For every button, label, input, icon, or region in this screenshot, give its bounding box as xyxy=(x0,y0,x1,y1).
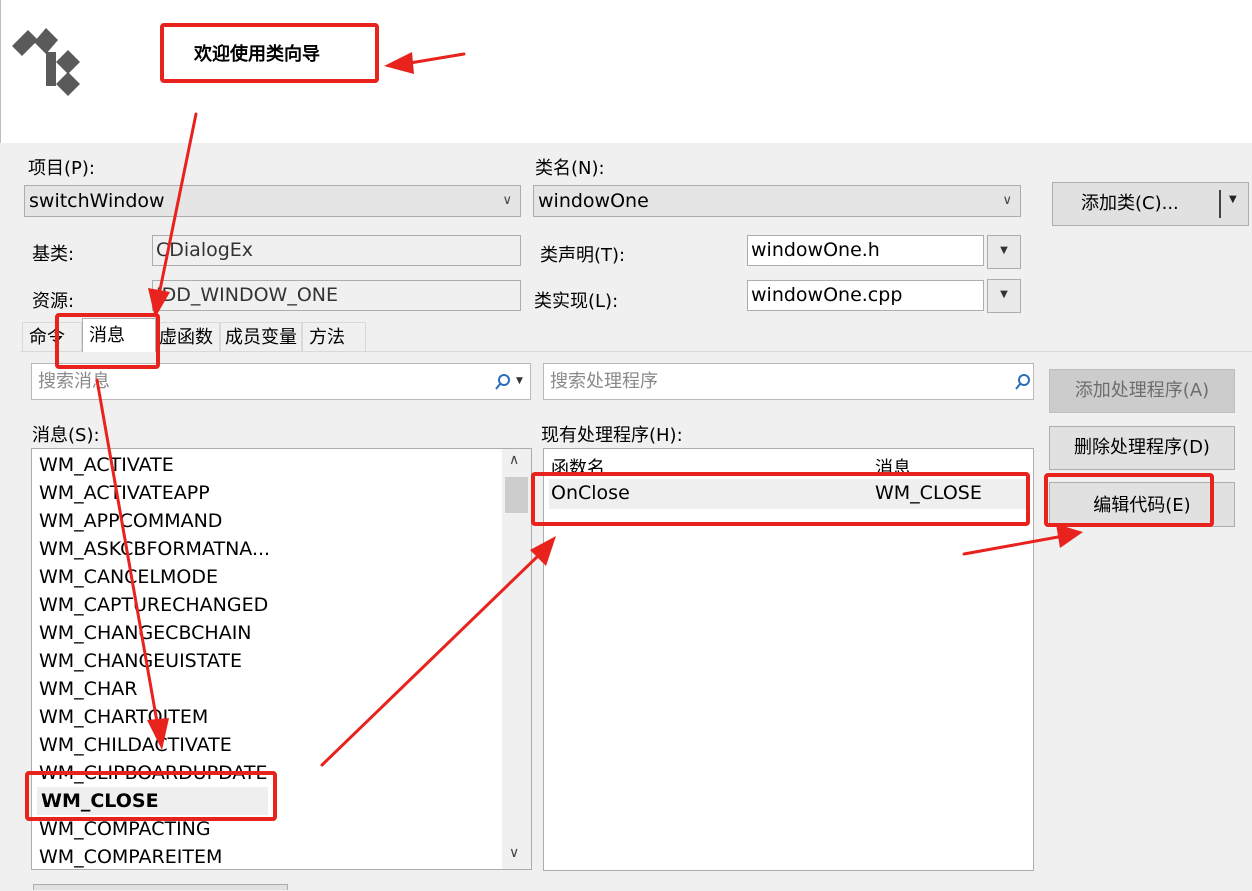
handler-message-name: WM_CLOSE xyxy=(875,482,982,504)
message-list-item[interactable]: WM_CHANGECBCHAIN xyxy=(39,619,252,647)
message-list-item[interactable]: WM_ACTIVATE xyxy=(39,451,174,479)
handler-search-placeholder: 搜索处理程序 xyxy=(550,371,658,392)
resource-field: IDD_WINDOW_ONE xyxy=(152,280,521,311)
tab-virtual-functions[interactable]: 虚函数 xyxy=(156,322,220,351)
base-class-field: CDialogEx xyxy=(152,235,521,266)
column-header-function[interactable]: 函数名 xyxy=(551,454,605,480)
message-list-item[interactable]: WM_CLIPBOARDUPDATE xyxy=(39,759,268,787)
search-icon[interactable] xyxy=(494,373,512,391)
message-list-item[interactable]: WM_COMPAREITEM xyxy=(39,843,222,869)
wizard-banner xyxy=(0,0,1252,143)
tab-commands[interactable]: 命令 xyxy=(22,322,82,351)
project-value: switchWindow xyxy=(29,190,165,212)
message-list-item[interactable]: WM_CANCELMODE xyxy=(39,563,218,591)
message-search-input[interactable]: 搜索消息 ▼ xyxy=(31,363,531,400)
tab-member-variables[interactable]: 成员变量 xyxy=(220,322,302,351)
message-list-item[interactable]: WM_ASKCBFORMATNA... xyxy=(39,535,270,563)
edit-code-button[interactable]: 编辑代码(E) xyxy=(1049,482,1235,527)
class-name-label: 类名(N): xyxy=(535,158,605,179)
message-search-placeholder: 搜索消息 xyxy=(38,371,110,392)
wizard-title: 欢迎使用类向导 xyxy=(194,44,320,65)
message-list-item[interactable]: WM_CHILDACTIVATE xyxy=(39,731,232,759)
handler-function-name: OnClose xyxy=(551,482,630,504)
scroll-down-icon[interactable]: ∨ xyxy=(509,845,519,861)
column-header-message[interactable]: 消息 xyxy=(875,454,911,480)
message-list-item[interactable]: WM_CHANGEUISTATE xyxy=(39,647,242,675)
chevron-down-icon: ∨ xyxy=(502,193,512,208)
handler-row[interactable]: OnClose WM_CLOSE xyxy=(549,479,1027,509)
scrollbar-thumb[interactable] xyxy=(505,477,528,513)
search-options-icon[interactable]: ▼ xyxy=(516,364,523,399)
message-list-item[interactable]: WM_CHAR xyxy=(39,675,137,703)
add-class-label: 添加类(C)... xyxy=(1081,193,1179,214)
class-impl-label: 类实现(L): xyxy=(534,291,619,312)
message-list-item[interactable]: WM_CAPTURECHANGED xyxy=(39,591,268,619)
resource-label: 资源: xyxy=(32,291,75,312)
search-icon[interactable] xyxy=(1014,373,1032,391)
class-name-value: windowOne xyxy=(538,190,649,212)
class-decl-field[interactable]: windowOne.h xyxy=(747,235,984,266)
message-list-item[interactable]: WM_ACTIVATEAPP xyxy=(39,479,210,507)
handlers-list[interactable]: 函数名 消息 OnClose WM_CLOSE xyxy=(543,448,1034,871)
messages-list[interactable]: WM_ACTIVATE WM_ACTIVATEAPP WM_APPCOMMAND WM… xyxy=(31,448,532,870)
tab-messages[interactable]: 消息 xyxy=(82,318,156,352)
class-impl-dropdown[interactable]: ▼ xyxy=(987,279,1021,313)
class-impl-field[interactable]: windowOne.cpp xyxy=(747,280,984,311)
class-decl-label: 类声明(T): xyxy=(540,245,626,266)
message-list-item[interactable]: WM_CHARTOITEM xyxy=(39,703,208,731)
class-name-combo[interactable]: windowOne ∨ xyxy=(533,185,1021,217)
message-list-item[interactable]: WM_APPCOMMAND xyxy=(39,507,222,535)
class-decl-dropdown[interactable]: ▼ xyxy=(987,235,1021,269)
messages-label: 消息(S): xyxy=(32,425,100,446)
project-combo[interactable]: switchWindow ∨ xyxy=(24,185,521,217)
scroll-up-icon[interactable]: ∧ xyxy=(509,452,519,468)
message-list-item[interactable]: WM_COMPACTING xyxy=(39,815,211,843)
message-list-item[interactable]: WM_CLOSE xyxy=(37,787,268,815)
base-class-label: 基类: xyxy=(32,244,75,265)
handler-search-input[interactable]: 搜索处理程序 xyxy=(543,363,1034,400)
handlers-label: 现有处理程序(H): xyxy=(541,425,683,446)
split-divider xyxy=(1219,190,1221,218)
chevron-down-icon: ∨ xyxy=(1002,193,1012,208)
bottom-button-partial[interactable] xyxy=(33,884,288,890)
dropdown-arrow-icon[interactable]: ▼ xyxy=(1229,194,1237,205)
scrollbar[interactable]: ∧ ∨ xyxy=(502,449,531,869)
delete-handler-button[interactable]: 删除处理程序(D) xyxy=(1049,426,1235,470)
class-hierarchy-icon xyxy=(12,28,80,96)
tab-methods[interactable]: 方法 xyxy=(302,322,366,351)
add-handler-button[interactable]: 添加处理程序(A) xyxy=(1049,369,1235,413)
project-label: 项目(P): xyxy=(28,158,95,179)
